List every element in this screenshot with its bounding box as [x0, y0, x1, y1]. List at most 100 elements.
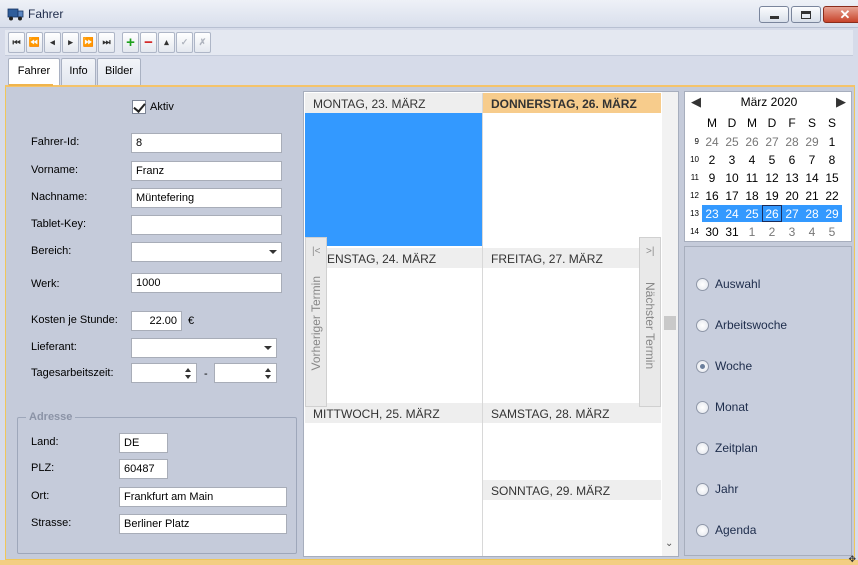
calendar-day[interactable]: 7	[802, 151, 822, 168]
chevron-down-icon[interactable]	[264, 346, 272, 350]
week-number[interactable]: 12	[685, 191, 699, 200]
week-number[interactable]: 11	[685, 173, 699, 182]
calendar-day[interactable]: 27	[762, 133, 782, 150]
day-header-donnerstag[interactable]: DONNERSTAG, 26. MÄRZ	[483, 93, 661, 113]
calendar-day[interactable]: 8	[822, 151, 842, 168]
day-header-samstag[interactable]: SAMSTAG, 28. MÄRZ	[483, 403, 661, 423]
calendar-day[interactable]: 29	[802, 133, 822, 150]
tab-bilder[interactable]: Bilder	[97, 58, 141, 85]
bereich-combo[interactable]	[131, 242, 282, 262]
calendar-day[interactable]: 4	[742, 151, 762, 168]
calendar-day[interactable]: 21	[802, 187, 822, 204]
land-field[interactable]: DE	[119, 433, 168, 453]
day-header-freitag[interactable]: FREITAG, 27. MÄRZ	[483, 248, 661, 268]
werk-field[interactable]: 1000	[131, 273, 282, 293]
add-record-button[interactable]: +	[122, 32, 139, 53]
calendar-day[interactable]: 1	[742, 223, 762, 240]
day-cell-freitag[interactable]	[483, 268, 661, 403]
calendar-day[interactable]: 31	[722, 223, 742, 240]
calendar-day[interactable]: 6	[782, 151, 802, 168]
last-record-button[interactable]: ⏭	[98, 32, 115, 53]
view-mode-label[interactable]: Agenda	[715, 523, 756, 537]
next-record-button[interactable]: ▸	[62, 32, 79, 53]
calendar-day[interactable]: 28	[782, 133, 802, 150]
week-number[interactable]: 13	[685, 209, 699, 218]
day-cell-dienstag[interactable]	[305, 268, 482, 403]
calendar-day[interactable]: 18	[742, 187, 762, 204]
kosten-field[interactable]: 22.00	[131, 311, 182, 331]
selected-time-range[interactable]	[305, 113, 482, 246]
day-cell-donnerstag[interactable]	[483, 113, 661, 248]
next-page-button[interactable]: ⏩	[80, 32, 97, 53]
month-label[interactable]: März 2020	[685, 95, 853, 109]
calendar-day[interactable]: 24	[702, 133, 722, 150]
lieferant-combo[interactable]	[131, 338, 277, 358]
calendar-day[interactable]: 3	[722, 151, 742, 168]
chevron-down-icon[interactable]: ⌄	[665, 538, 673, 549]
fahrer-id-field[interactable]: 8	[131, 133, 282, 153]
view-mode-label[interactable]: Monat	[715, 400, 748, 414]
next-month-icon[interactable]: ▶	[836, 94, 846, 110]
ort-field[interactable]: Frankfurt am Main	[119, 487, 287, 507]
calendar-day[interactable]: 23	[702, 205, 722, 222]
day-cell-sonntag[interactable]	[483, 500, 661, 556]
calendar-day[interactable]: 5	[762, 151, 782, 168]
week-number[interactable]: 9	[685, 137, 699, 146]
cancel-record-button[interactable]: ✗	[194, 32, 211, 53]
scheduler-scrollbar[interactable]: ⌄	[662, 92, 678, 556]
view-mode-label[interactable]: Woche	[715, 359, 752, 373]
day-header-dienstag[interactable]: ENSTAG, 24. MÄRZ	[305, 248, 482, 268]
calendar-day[interactable]: 26	[742, 133, 762, 150]
calendar-day[interactable]: 19	[762, 187, 782, 204]
close-button[interactable]: ✕	[823, 6, 858, 23]
nachname-field[interactable]: Müntefering	[131, 188, 282, 208]
view-mode-label[interactable]: Auswahl	[715, 277, 760, 291]
calendar-day[interactable]: 14	[802, 169, 822, 186]
edit-record-button[interactable]: ▴	[158, 32, 175, 53]
calendar-day[interactable]: 20	[782, 187, 802, 204]
vorname-field[interactable]: Franz	[131, 161, 282, 181]
view-mode-label[interactable]: Zeitplan	[715, 441, 758, 455]
spin-up-icon[interactable]	[185, 368, 191, 372]
view-mode-radio[interactable]	[696, 278, 709, 291]
calendar-day[interactable]: 1	[822, 133, 842, 150]
delete-record-button[interactable]: −	[140, 32, 157, 53]
view-mode-radio[interactable]	[696, 319, 709, 332]
calendar-day[interactable]: 26	[762, 205, 782, 222]
calendar-day[interactable]: 2	[762, 223, 782, 240]
tablet-key-field[interactable]	[131, 215, 282, 235]
plz-field[interactable]: 60487	[119, 459, 168, 479]
prev-page-button[interactable]: ⏪	[26, 32, 43, 53]
week-number[interactable]: 14	[685, 227, 699, 236]
resize-grip-icon[interactable]: ✥	[848, 554, 856, 565]
tab-info[interactable]: Info	[61, 58, 96, 85]
day-header-montag[interactable]: MONTAG, 23. MÄRZ	[305, 93, 482, 113]
spin-down-icon[interactable]	[185, 375, 191, 379]
calendar-day[interactable]: 3	[782, 223, 802, 240]
calendar-day[interactable]: 29	[822, 205, 842, 222]
minimize-button[interactable]	[759, 6, 789, 23]
chevron-down-icon[interactable]	[269, 250, 277, 254]
scrollbar-thumb[interactable]	[664, 316, 676, 330]
post-record-button[interactable]: ✓	[176, 32, 193, 53]
calendar-day[interactable]: 12	[762, 169, 782, 186]
day-cell-samstag[interactable]	[483, 423, 661, 479]
calendar-day[interactable]: 24	[722, 205, 742, 222]
view-mode-radio[interactable]	[696, 483, 709, 496]
calendar-day[interactable]: 13	[782, 169, 802, 186]
day-header-mittwoch[interactable]: MITTWOCH, 25. MÄRZ	[305, 403, 482, 423]
prev-record-button[interactable]: ◂	[44, 32, 61, 53]
maximize-button[interactable]	[791, 6, 821, 23]
calendar-day[interactable]: 2	[702, 151, 722, 168]
spin-down-icon[interactable]	[265, 375, 271, 379]
calendar-day[interactable]: 30	[702, 223, 722, 240]
calendar-day[interactable]: 16	[702, 187, 722, 204]
calendar-day[interactable]: 9	[702, 169, 722, 186]
calendar-day[interactable]: 15	[822, 169, 842, 186]
view-mode-radio[interactable]	[696, 401, 709, 414]
calendar-day[interactable]: 22	[822, 187, 842, 204]
aktiv-checkbox[interactable]	[132, 100, 146, 114]
calendar-day[interactable]: 27	[782, 205, 802, 222]
view-mode-label[interactable]: Jahr	[715, 482, 738, 496]
calendar-day[interactable]: 5	[822, 223, 842, 240]
